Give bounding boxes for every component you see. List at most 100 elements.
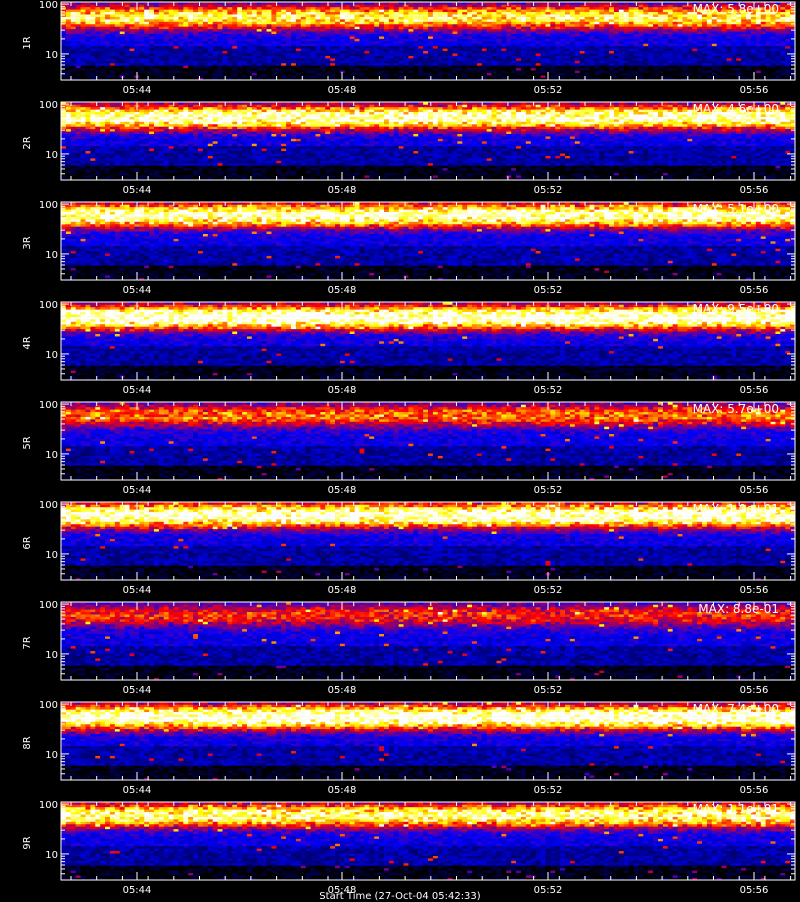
heatmap-cell [433, 70, 438, 73]
heatmap-cell [85, 70, 90, 73]
heatmap-cell [413, 53, 418, 56]
heatmap-cell [227, 31, 232, 34]
heatmap-cell [555, 7, 560, 10]
heatmap-cell [565, 24, 570, 27]
heatmap-cell [71, 26, 76, 29]
heatmap-cell [183, 70, 188, 73]
heatmap-cell [90, 43, 95, 46]
heatmap-cell [257, 12, 262, 15]
heatmap-cell [193, 46, 198, 49]
heatmap-cell [198, 12, 203, 15]
heatmap-cell [570, 19, 575, 22]
heatmap-cell [389, 4, 394, 7]
heatmap-cell [188, 48, 193, 51]
heatmap-cell [134, 34, 139, 37]
heatmap-cell [541, 61, 546, 64]
heatmap-cell [653, 63, 658, 66]
heatmap-cell [658, 7, 663, 10]
heatmap-cell [413, 14, 418, 17]
heatmap-cell [565, 4, 570, 7]
heatmap-cell [178, 58, 183, 61]
heatmap-cell [624, 75, 629, 78]
heatmap-cell [134, 43, 139, 46]
heatmap-cell [105, 36, 110, 39]
heatmap-cell [149, 58, 154, 61]
heatmap-cell [227, 53, 232, 56]
heatmap-cell [678, 46, 683, 49]
heatmap-cell [614, 56, 619, 59]
heatmap-cell [423, 24, 428, 27]
heatmap-cell [159, 19, 164, 22]
heatmap-cell [174, 53, 179, 56]
heatmap-cell [614, 39, 619, 42]
heatmap-cell [242, 73, 247, 76]
heatmap-cell [668, 48, 673, 51]
heatmap-cell [761, 43, 766, 46]
heatmap-cell [521, 34, 526, 37]
heatmap-cell [589, 65, 594, 68]
heatmap-cell [61, 75, 66, 78]
heatmap-cell [95, 75, 100, 78]
heatmap-cell [164, 41, 169, 44]
heatmap-cell [492, 63, 497, 66]
heatmap-cell [320, 43, 325, 46]
heatmap-cell [404, 41, 409, 44]
heatmap-cell [76, 31, 81, 34]
heatmap-cell [550, 56, 555, 59]
heatmap-cell [717, 73, 722, 76]
heatmap-cell [589, 63, 594, 66]
heatmap-cell [492, 26, 497, 29]
heatmap-cell [452, 24, 457, 27]
heatmap-cell [325, 24, 330, 27]
heatmap-cell [418, 58, 423, 61]
heatmap-cell [673, 34, 678, 37]
heatmap-cell [95, 36, 100, 39]
heatmap-cell [565, 56, 570, 59]
heatmap-cell [687, 53, 692, 56]
heatmap-cell [301, 43, 306, 46]
heatmap-cell [438, 12, 443, 15]
heatmap-cell [536, 73, 541, 76]
heatmap-cell [408, 34, 413, 37]
heatmap-cell [325, 63, 330, 66]
heatmap-cell [673, 39, 678, 42]
heatmap-cell [404, 65, 409, 68]
heatmap-cell [545, 46, 550, 49]
heatmap-cell [408, 29, 413, 32]
heatmap-cell [335, 53, 340, 56]
heatmap-cell [521, 58, 526, 61]
heatmap-cell [501, 41, 506, 44]
heatmap-cell [599, 65, 604, 68]
heatmap-cell [438, 9, 443, 12]
heatmap-cell [379, 51, 384, 54]
heatmap-cell [643, 34, 648, 37]
heatmap-cell [178, 34, 183, 37]
heatmap-cell [761, 17, 766, 20]
heatmap-cell [198, 63, 203, 66]
heatmap-cell [614, 58, 619, 61]
heatmap-cell [741, 22, 746, 25]
heatmap-cell [687, 73, 692, 76]
heatmap-cell [149, 24, 154, 27]
heatmap-cell [648, 17, 653, 20]
heatmap-cell [232, 24, 237, 27]
heatmap-cell [570, 68, 575, 71]
heatmap-cell [565, 26, 570, 29]
heatmap-cell [276, 17, 281, 20]
heatmap-cell [575, 34, 580, 37]
heatmap-cell [472, 58, 477, 61]
heatmap-cell [330, 51, 335, 54]
heatmap-cell [105, 73, 110, 76]
heatmap-cell [604, 19, 609, 22]
heatmap-cell [785, 56, 790, 59]
heatmap-cell [252, 12, 257, 15]
heatmap-cell [501, 14, 506, 17]
heatmap-cell [697, 51, 702, 54]
heatmap-cell [482, 61, 487, 64]
heatmap-cell [629, 75, 634, 78]
heatmap-cell [139, 48, 144, 51]
heatmap-cell [648, 39, 653, 42]
heatmap-cell [183, 75, 188, 78]
heatmap-cell [722, 26, 727, 29]
heatmap-cell [247, 26, 252, 29]
